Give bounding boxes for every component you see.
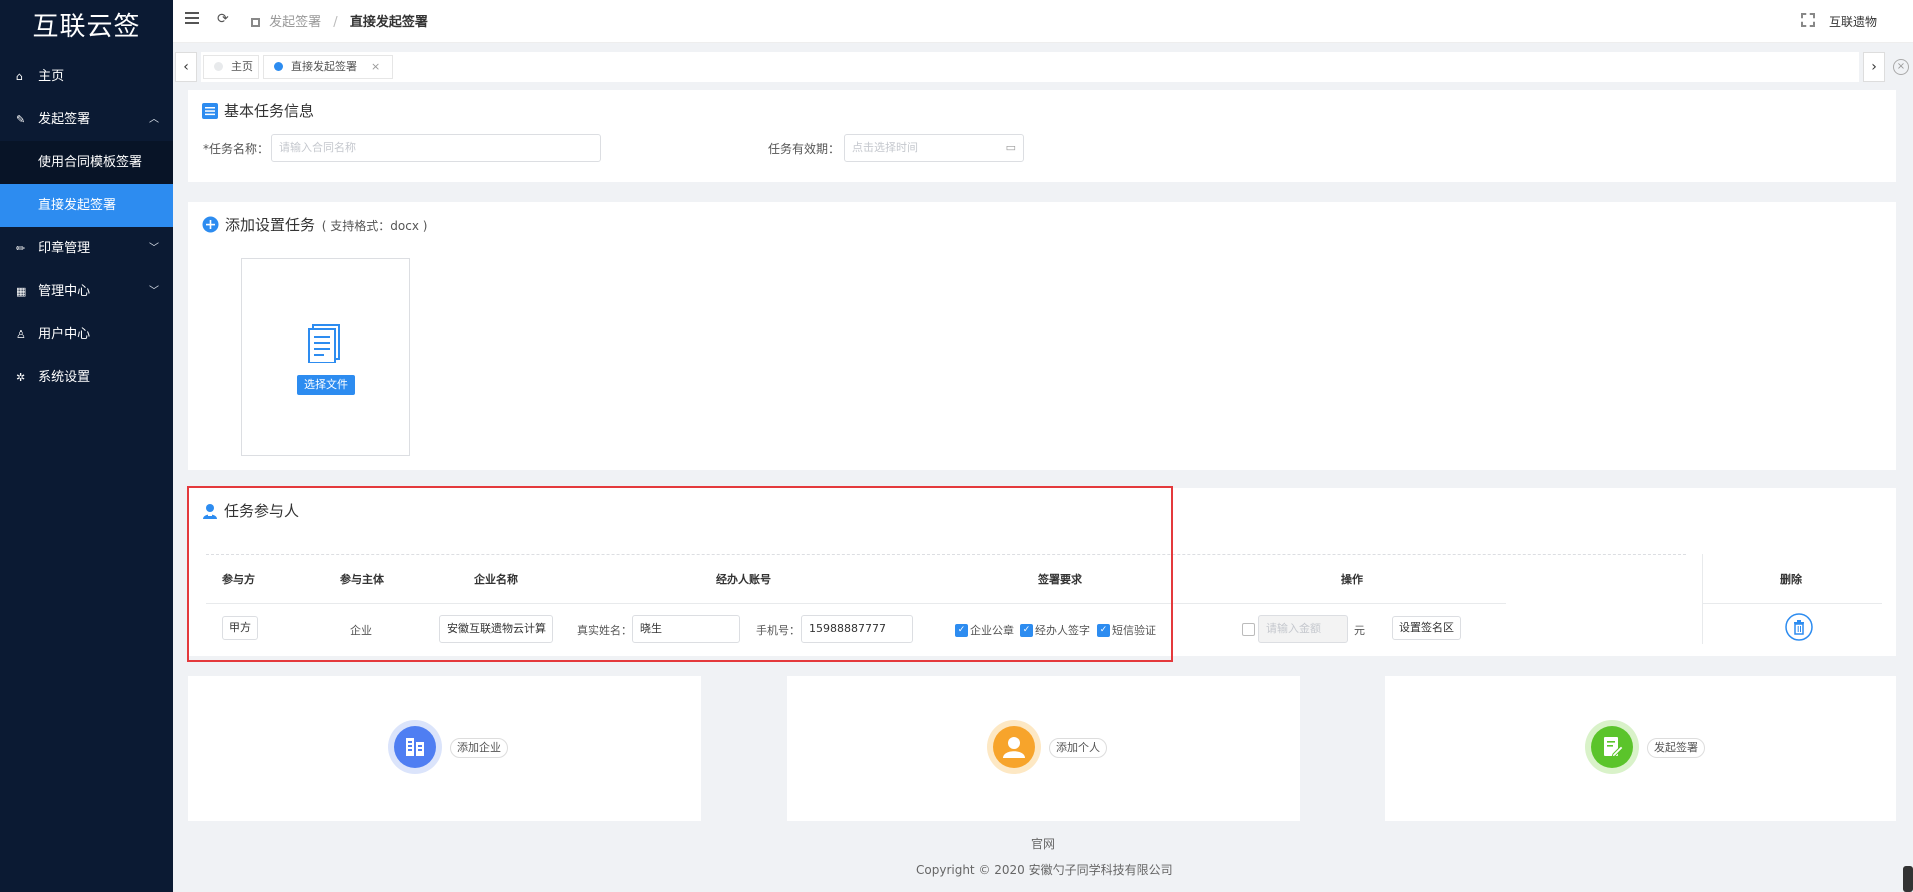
chevron-down-icon: ﹀ [149, 286, 159, 297]
person-icon [993, 726, 1035, 768]
sidebar-item-user-center[interactable]: ♙ 用户中心 [0, 313, 173, 356]
tabs-scroll-right-icon[interactable]: › [1863, 52, 1885, 82]
start-sign-button[interactable]: 发起签署 [1647, 738, 1705, 758]
amount-checkbox[interactable] [1242, 623, 1255, 636]
tab-status-dot [274, 62, 283, 71]
validity-label: 任务有效期： [768, 142, 841, 156]
add-company-button[interactable]: 添加企业 [450, 738, 508, 758]
tab-home[interactable]: 主页 [203, 55, 259, 79]
sidebar-item-label: 主页 [38, 69, 65, 84]
gear-icon: ✲ [16, 371, 26, 384]
task-name-input[interactable]: 请输入合同名称 [271, 134, 601, 162]
building-icon [394, 726, 436, 768]
close-all-tabs-icon[interactable]: × [1893, 59, 1909, 75]
format-hint: ( 支持格式：docx ) [321, 219, 428, 233]
user-icon: ♙ [16, 328, 26, 341]
trash-icon[interactable] [1785, 613, 1813, 644]
top-header: ⟳ 发起签署 / 直接发起签署 互联遗物 [173, 0, 1913, 43]
sidebar-item-label: 用户中心 [38, 327, 91, 342]
sidebar-item-label: 系统设置 [38, 370, 91, 385]
add-company-card[interactable]: 添加企业 [188, 676, 701, 821]
chevron-down-icon: ﹀ [149, 243, 159, 254]
set-sign-area-button[interactable]: 设置签名区 [1392, 616, 1461, 640]
menu-toggle-icon[interactable] [185, 12, 199, 26]
pen-icon: ✏ [16, 242, 26, 255]
amount-unit: 元 [1354, 624, 1365, 637]
calendar-icon: ▭ [1005, 141, 1016, 154]
edit-icon [251, 18, 260, 27]
sidebar: 互联云签 ⌂ 主页 ✎ 发起签署 ︿ 使用合同模板签署 直接发起签署 ✏ 印章管… [0, 0, 173, 892]
section-title: 基本任务信息 [202, 100, 314, 123]
add-person-card[interactable]: 添加个人 [787, 676, 1300, 821]
highlight-box [187, 486, 1173, 662]
upload-dropzone[interactable]: 选择文件 [241, 258, 410, 456]
breadcrumb-current: 直接发起签署 [349, 15, 428, 30]
document-icon [307, 323, 345, 366]
sidebar-item-template-sign[interactable]: 使用合同模板签署 [0, 141, 173, 184]
app-logo: 互联云签 [32, 12, 141, 42]
home-icon: ⌂ [16, 70, 23, 83]
user-menu[interactable]: 互联遗物 [1829, 13, 1877, 30]
sidebar-item-system-settings[interactable]: ✲ 系统设置 [0, 356, 173, 399]
grid-icon: ▦ [16, 285, 27, 298]
upload-card: 添加设置任务 ( 支持格式：docx ) [188, 202, 1896, 470]
breadcrumb-item[interactable]: 发起签署 [269, 15, 321, 30]
tabs-scroll-left-icon[interactable]: ‹ [175, 52, 197, 82]
amount-input[interactable]: 请输入金额 [1258, 615, 1348, 643]
sidebar-item-home[interactable]: ⌂ 主页 [0, 55, 173, 98]
validity-date-picker[interactable]: 点击选择时间 ▭ [844, 134, 1024, 162]
refresh-icon[interactable]: ⟳ [217, 11, 229, 27]
close-icon[interactable]: × [371, 60, 380, 73]
basic-info-card: 基本任务信息 *任务名称： 请输入合同名称 任务有效期： 点击选择时间 ▭ [188, 90, 1896, 182]
select-file-button[interactable]: 选择文件 [297, 375, 355, 395]
edit-icon: ✎ [16, 113, 26, 126]
add-person-button[interactable]: 添加个人 [1049, 738, 1107, 758]
col-header-operation: 操作 [1341, 573, 1363, 586]
sidebar-item-label: 管理中心 [38, 284, 91, 299]
sidebar-item-seal-management[interactable]: ✏ 印章管理 ﹀ [0, 227, 173, 270]
task-name-label: *任务名称： [203, 142, 270, 156]
start-sign-card[interactable]: 发起签署 [1385, 676, 1896, 821]
official-site-link[interactable]: 官网 [1031, 835, 1055, 852]
sidebar-item-label: 印章管理 [38, 241, 91, 256]
scrollbar-thumb[interactable] [1903, 866, 1913, 892]
sidebar-item-start-sign[interactable]: ✎ 发起签署 ︿ [0, 98, 173, 141]
tabs-bar: ‹ 主页 直接发起签署 × › × [173, 50, 1913, 86]
plus-circle-icon [202, 216, 219, 237]
tab-direct-sign[interactable]: 直接发起签署 × [263, 55, 393, 79]
sidebar-item-label: 发起签署 [38, 112, 91, 127]
fullscreen-icon[interactable] [1801, 13, 1815, 27]
submenu-start-sign: 使用合同模板签署 直接发起签署 [0, 141, 173, 227]
section-title: 添加设置任务 ( 支持格式：docx ) [202, 214, 427, 237]
chevron-up-icon: ︿ [149, 114, 159, 125]
sign-document-icon [1591, 726, 1633, 768]
tab-list: 主页 直接发起签署 × [201, 52, 1859, 82]
tab-status-dot [214, 62, 223, 71]
sidebar-item-direct-sign[interactable]: 直接发起签署 [0, 184, 173, 227]
copyright-text: Copyright © 2020 安徽勺子同学科技有限公司 [916, 863, 1173, 877]
col-header-delete: 删除 [1780, 573, 1802, 586]
list-icon [202, 103, 218, 123]
breadcrumb: 发起签署 / 直接发起签署 [251, 11, 428, 30]
sidebar-item-management-center[interactable]: ▦ 管理中心 ﹀ [0, 270, 173, 313]
